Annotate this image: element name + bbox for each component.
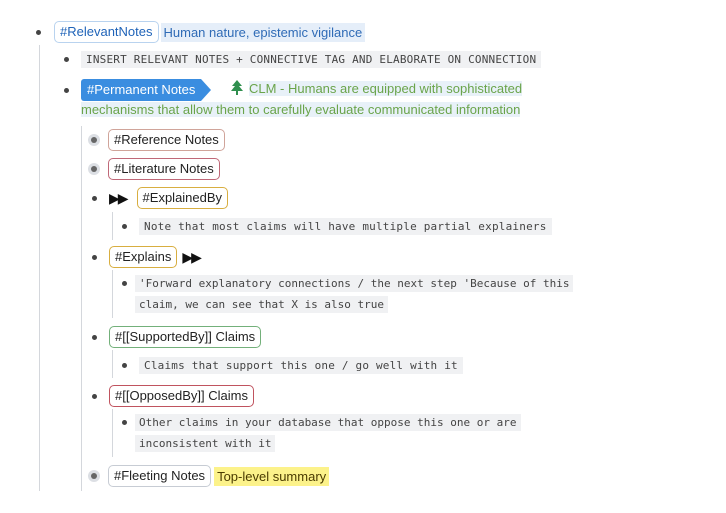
double-arrow-icon: ▶▶ bbox=[182, 248, 201, 265]
opposed-by-block: #[[OpposedBy]] Claims bbox=[92, 385, 254, 407]
explains-note-bullet[interactable] bbox=[122, 281, 127, 286]
indent-guide-explained-by bbox=[112, 212, 113, 240]
explains-note-bullet-row bbox=[122, 281, 127, 286]
clm-line2[interactable]: mechanisms that allow them to carefully … bbox=[81, 100, 521, 120]
explained-by-note-bullet[interactable] bbox=[122, 224, 127, 229]
explains-tag[interactable]: #Explains bbox=[109, 246, 178, 268]
supported-by-bullet[interactable] bbox=[92, 334, 97, 340]
permanent-notes-tag[interactable]: #Permanent Notes bbox=[81, 79, 212, 101]
literature-notes-tag[interactable]: #Literature Notes bbox=[108, 158, 220, 180]
instruction-block: INSERT RELEVANT NOTES + CONNECTIVE TAG A… bbox=[64, 51, 542, 68]
permanent-block: #Permanent Notes bbox=[64, 79, 212, 101]
permanent-bullet[interactable] bbox=[64, 87, 69, 93]
explains-note-line1: 'Forward explanatory connections / the n… bbox=[135, 275, 574, 292]
fleeting-bullet[interactable] bbox=[91, 473, 97, 479]
opposed-by-bullet[interactable] bbox=[92, 393, 97, 399]
opposed-by-note-line1: Other claims in your database that oppos… bbox=[135, 414, 521, 431]
literature-block: #Literature Notes bbox=[91, 158, 220, 180]
fleeting-notes-tag[interactable]: #Fleeting Notes bbox=[108, 465, 212, 487]
supported-by-note-block: Claims that support this one / go well w… bbox=[122, 357, 463, 374]
explained-by-block: ▶▶ #ExplainedBy bbox=[92, 187, 229, 209]
indent-guide-level2 bbox=[81, 126, 82, 491]
explained-by-note[interactable]: Note that most claims will have multiple… bbox=[139, 218, 552, 235]
tree-icon bbox=[230, 80, 244, 101]
root-text[interactable]: Human nature, epistemic vigilance bbox=[160, 22, 366, 42]
explains-note-line2: claim, we can see that X is also true bbox=[135, 295, 389, 313]
opposed-by-note[interactable]: Other claims in your database that oppos… bbox=[135, 413, 521, 454]
instruction-text[interactable]: INSERT RELEVANT NOTES + CONNECTIVE TAG A… bbox=[81, 51, 542, 68]
explains-block: #Explains ▶▶ bbox=[92, 246, 202, 268]
instruction-bullet[interactable] bbox=[64, 57, 69, 62]
literature-bullet[interactable] bbox=[91, 166, 97, 172]
supported-by-tag[interactable]: #[[SupportedBy]] Claims bbox=[109, 326, 262, 348]
indent-guide-supported-by bbox=[112, 350, 113, 378]
clm-line1[interactable]: CLM - Humans are equipped with sophistic… bbox=[249, 79, 523, 99]
reference-bullet[interactable] bbox=[91, 137, 97, 143]
explained-by-bullet[interactable] bbox=[92, 195, 97, 201]
double-arrow-icon: ▶▶ bbox=[109, 189, 128, 206]
explains-note[interactable]: 'Forward explanatory connections / the n… bbox=[135, 274, 574, 315]
supported-by-note[interactable]: Claims that support this one / go well w… bbox=[139, 357, 463, 374]
explained-by-tag[interactable]: #ExplainedBy bbox=[136, 187, 229, 209]
opposed-by-note-line2: inconsistent with it bbox=[135, 434, 276, 452]
opposed-by-note-bullet[interactable] bbox=[122, 420, 127, 425]
opposed-by-tag[interactable]: #[[OpposedBy]] Claims bbox=[109, 385, 254, 407]
reference-notes-tag[interactable]: #Reference Notes bbox=[108, 129, 225, 151]
fleeting-summary[interactable]: Top-level summary bbox=[214, 466, 330, 486]
supported-by-block: #[[SupportedBy]] Claims bbox=[92, 326, 262, 348]
root-bullet[interactable] bbox=[36, 29, 41, 35]
indent-guide-explains bbox=[112, 270, 113, 318]
explained-by-note-block: Note that most claims will have multiple… bbox=[122, 218, 552, 235]
opposed-by-note-bullet-row bbox=[122, 420, 127, 425]
fleeting-block: #Fleeting Notes Top-level summary bbox=[91, 465, 330, 487]
supported-by-note-bullet[interactable] bbox=[122, 363, 127, 368]
root-block: #RelevantNotes Human nature, epistemic v… bbox=[36, 21, 366, 43]
relevant-notes-tag[interactable]: #RelevantNotes bbox=[54, 21, 159, 43]
indent-guide-opposed-by bbox=[112, 409, 113, 457]
explains-bullet[interactable] bbox=[92, 254, 97, 260]
indent-guide-level1 bbox=[39, 45, 40, 491]
reference-block: #Reference Notes bbox=[91, 129, 225, 151]
